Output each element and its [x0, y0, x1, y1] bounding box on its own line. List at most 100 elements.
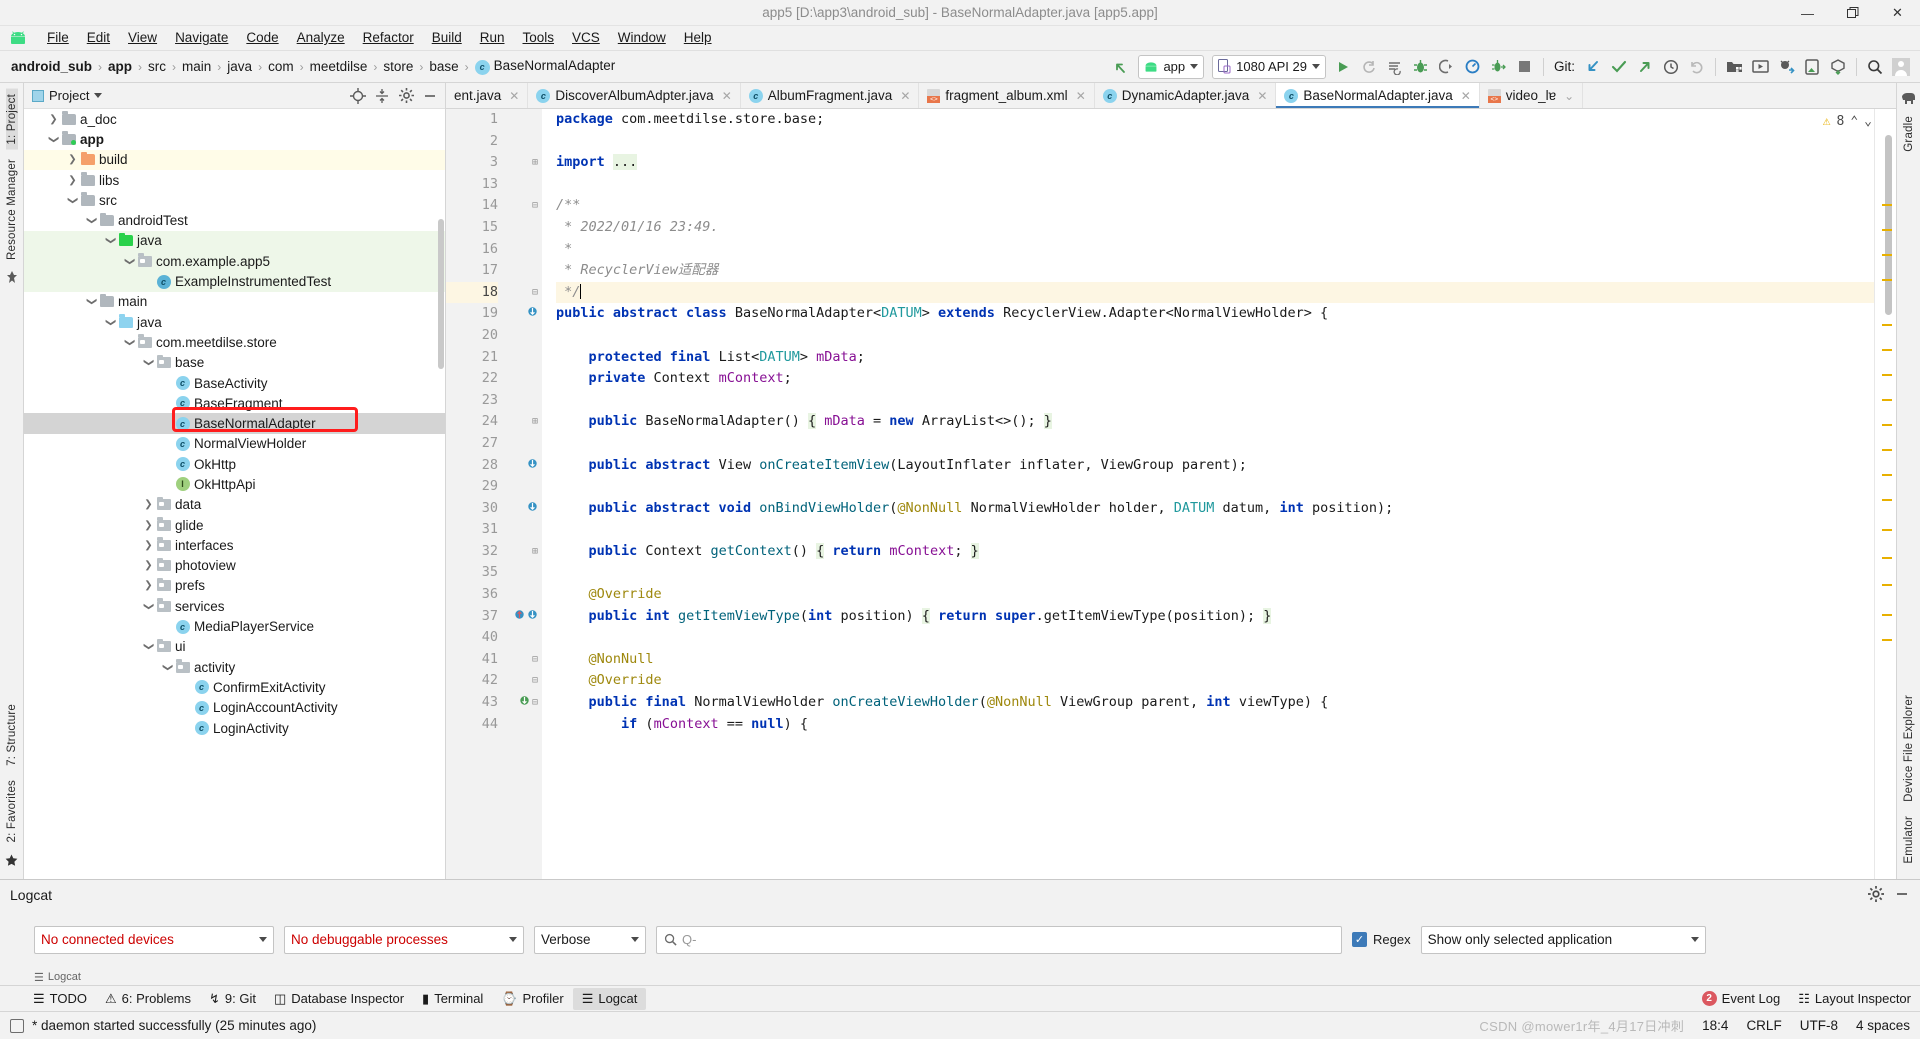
tree-node-com-example-app5[interactable]: ❯ com.example.app5 — [24, 251, 445, 272]
close-icon[interactable]: ✕ — [509, 89, 519, 103]
gradle-elephant-icon[interactable] — [1900, 89, 1918, 107]
code-line[interactable]: private Context mContext; — [556, 368, 1896, 390]
gutter-marker-row[interactable] — [506, 519, 542, 541]
gutter-marker-row[interactable]: ⊞ — [506, 411, 542, 433]
rail-item-emulator[interactable]: Emulator — [1903, 811, 1915, 869]
fold-collapse-icon[interactable]: ⊟ — [532, 670, 538, 692]
gutter-marker-row[interactable] — [506, 217, 542, 239]
chevron-down-icon[interactable]: ⌄ — [1564, 89, 1574, 103]
override-marker-icon[interactable] — [527, 606, 538, 628]
override-marker-icon[interactable] — [527, 303, 538, 325]
menu-tools[interactable]: Tools — [514, 26, 564, 50]
inspection-warning-stripe[interactable] — [1882, 374, 1892, 376]
chevron-down-icon[interactable]: ❯ — [86, 295, 97, 308]
search-everywhere-icon[interactable] — [1862, 55, 1888, 79]
scope-select[interactable]: Show only selected application — [1420, 925, 1706, 954]
gutter-marker-row[interactable]: ⊟ — [506, 670, 542, 692]
navigate-back-icon[interactable] — [1108, 55, 1134, 79]
gutter-marker-row[interactable]: ⊟ — [506, 692, 542, 714]
inspection-warning-stripe[interactable] — [1882, 204, 1892, 206]
menu-refactor[interactable]: Refactor — [354, 26, 423, 50]
gutter-marker-row[interactable] — [506, 498, 542, 520]
chevron-down-icon[interactable]: ❯ — [105, 234, 116, 247]
run-app-inspection-button[interactable] — [1486, 55, 1512, 79]
inspection-warning-stripe[interactable] — [1882, 324, 1892, 326]
rail-item-resource-manager[interactable]: Resource Manager — [6, 154, 18, 265]
code-line[interactable]: @Override — [556, 584, 1896, 606]
gutter-marker-row[interactable] — [506, 260, 542, 282]
logcat-search-input[interactable]: Q- — [656, 925, 1342, 954]
stop-button[interactable] — [1512, 55, 1538, 79]
update-project-icon[interactable] — [1580, 55, 1606, 79]
project-panel-title-group[interactable]: Project — [28, 88, 103, 103]
code-line[interactable]: if (mContext == null) { — [556, 714, 1896, 736]
breadcrumb-class[interactable]: c BaseNormalAdapter — [470, 57, 621, 76]
avd-manager-icon[interactable] — [1747, 55, 1773, 79]
gutter-marker-row[interactable] — [506, 476, 542, 498]
tree-node-com-meetdilse-store[interactable]: ❯ com.meetdilse.store — [24, 332, 445, 352]
code-line[interactable] — [556, 519, 1896, 541]
device-select[interactable]: No connected devices — [34, 925, 274, 954]
push-icon[interactable] — [1632, 55, 1658, 79]
regex-checkbox[interactable]: ✓ Regex — [1352, 932, 1411, 947]
code-line[interactable]: import ... — [556, 152, 1896, 174]
inspection-warning-stripe[interactable] — [1882, 449, 1892, 451]
tree-node-okhttp[interactable]: c OkHttp — [24, 454, 445, 474]
code-line[interactable]: public int getItemViewType(int position)… — [556, 606, 1896, 628]
breadcrumb-src[interactable]: src — [143, 58, 171, 75]
menu-analyze[interactable]: Analyze — [288, 26, 354, 50]
inspection-warning-stripe[interactable] — [1882, 499, 1892, 501]
editor-tab-ent-java[interactable]: ent.java ✕ — [446, 83, 529, 108]
user-avatar[interactable] — [1888, 55, 1914, 79]
tree-node-basenormaladapter[interactable]: c BaseNormalAdapter — [24, 413, 445, 434]
tree-node-androidtest[interactable]: ❯ androidTest — [24, 210, 445, 230]
close-icon[interactable]: ✕ — [722, 89, 732, 103]
override-marker-icon[interactable] — [519, 692, 530, 714]
gear-icon[interactable] — [1868, 885, 1884, 905]
gutter-marker-row[interactable] — [506, 562, 542, 584]
code-line[interactable]: public BaseNormalAdapter() { mData = new… — [556, 411, 1896, 433]
gutter-marker-row[interactable] — [506, 325, 542, 347]
gradle-sync-icon[interactable] — [1825, 55, 1851, 79]
debug-button[interactable] — [1408, 55, 1434, 79]
indent-setting[interactable]: 4 spaces — [1856, 1018, 1910, 1033]
tool-logcat[interactable]: ☰ Logcat — [572, 987, 647, 1010]
inspection-warning-stripe[interactable] — [1882, 399, 1892, 401]
menu-edit[interactable]: Edit — [78, 26, 119, 50]
code-line[interactable]: /** — [556, 195, 1896, 217]
breadcrumb-android-sub[interactable]: android_sub — [6, 58, 97, 75]
settings-icon[interactable] — [395, 85, 417, 107]
inspection-warning-stripe[interactable] — [1882, 254, 1892, 256]
tree-node-mediaplayerservice[interactable]: c MediaPlayerService — [24, 616, 445, 636]
tree-node-a-doc[interactable]: ❯ a_doc — [24, 109, 445, 129]
breadcrumb-base[interactable]: base — [424, 58, 463, 75]
code-line[interactable]: package com.meetdilse.store.base; — [556, 109, 1896, 131]
inspection-stripe[interactable] — [1874, 109, 1896, 879]
tree-node-libs[interactable]: ❯ libs — [24, 170, 445, 190]
menu-view[interactable]: View — [119, 26, 166, 50]
inspection-warning-stripe[interactable] — [1882, 229, 1892, 231]
gutter-marker-row[interactable] — [506, 174, 542, 196]
inspection-warning-stripe[interactable] — [1882, 424, 1892, 426]
chevron-down-icon[interactable]: ❯ — [143, 356, 154, 369]
lock-icon[interactable] — [10, 1018, 24, 1033]
fold-collapse-icon[interactable]: ⊟ — [532, 195, 538, 217]
code-lines[interactable]: package com.meetdilse.store.base; import … — [542, 109, 1896, 879]
gutter-marker-row[interactable] — [506, 606, 542, 628]
history-icon[interactable] — [1658, 55, 1684, 79]
rollback-icon[interactable] — [1684, 55, 1710, 79]
code-line[interactable] — [556, 433, 1896, 455]
gutter-marker-row[interactable] — [506, 239, 542, 261]
chevron-down-icon[interactable] — [94, 93, 103, 98]
inspection-warning-stripe[interactable] — [1882, 474, 1892, 476]
tree-node-baseactivity[interactable]: c BaseActivity — [24, 373, 445, 393]
close-icon[interactable]: ✕ — [1076, 89, 1086, 103]
hide-icon[interactable] — [419, 85, 441, 107]
tool-profiler[interactable]: ⌚ Profiler — [492, 988, 572, 1010]
breadcrumb-main[interactable]: main — [177, 58, 216, 75]
close-icon[interactable]: ✕ — [1461, 89, 1471, 103]
tree-node-services[interactable]: ❯ services — [24, 596, 445, 616]
tree-scrollbar[interactable] — [438, 219, 444, 369]
tool-terminal[interactable]: ▮ Terminal — [413, 988, 492, 1010]
fold-expand-icon[interactable]: ⊞ — [532, 541, 538, 563]
